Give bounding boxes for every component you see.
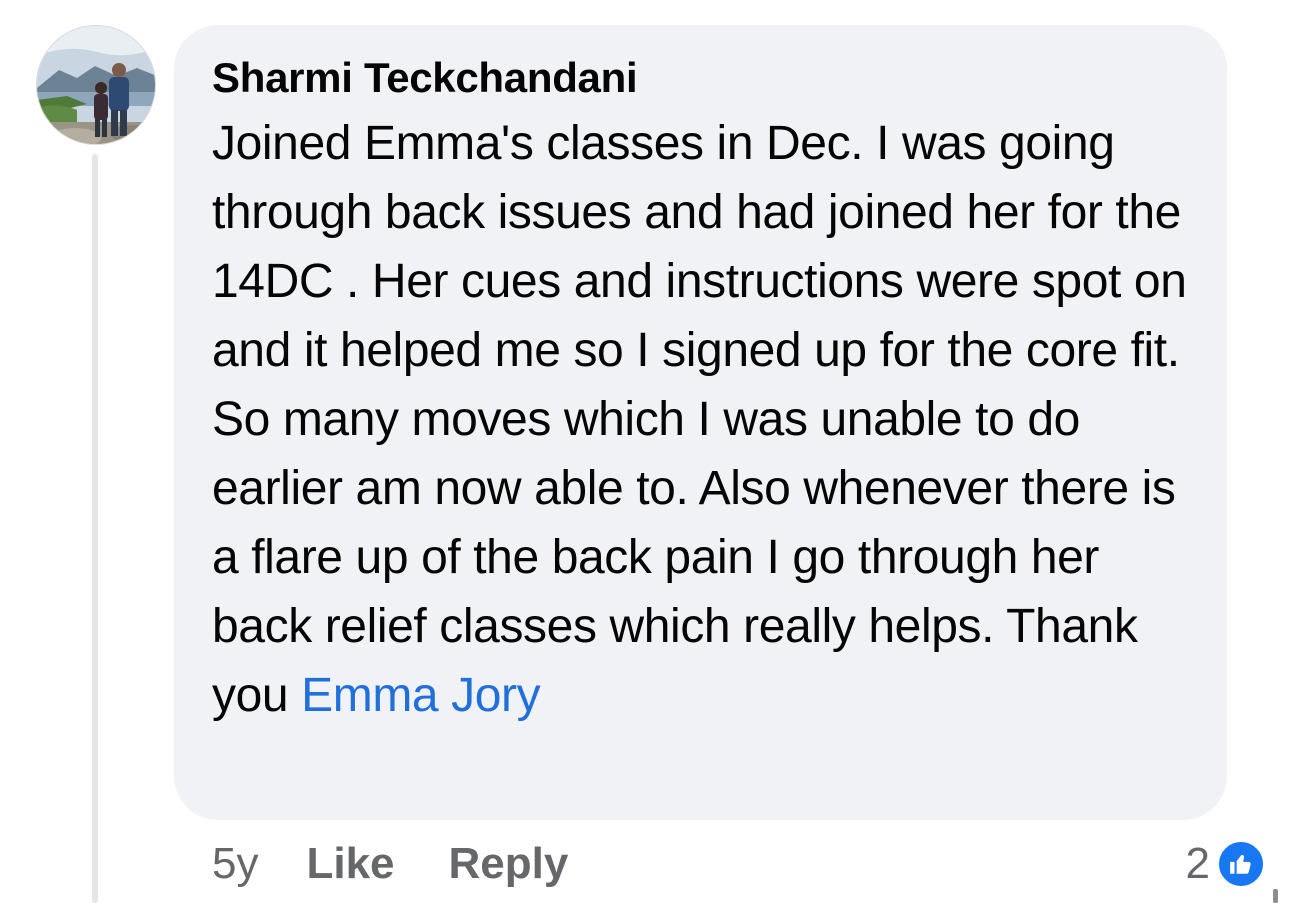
- comment-author[interactable]: Sharmi Teckchandani: [212, 49, 638, 107]
- reaction-count: 2: [1185, 839, 1210, 888]
- reply-button[interactable]: Reply: [449, 839, 569, 889]
- comment-actions: 5y Like Reply: [212, 834, 622, 894]
- mention-link[interactable]: Emma Jory: [301, 669, 541, 722]
- thumbs-up-icon: [1216, 839, 1266, 889]
- avatar-photo: [37, 26, 155, 144]
- comment-text: Joined Emma's classes in Dec. I was goin…: [212, 109, 1193, 730]
- reaction-summary[interactable]: 2: [1186, 836, 1266, 892]
- avatar[interactable]: [36, 25, 156, 145]
- like-button[interactable]: Like: [306, 839, 394, 889]
- scrollbar[interactable]: [1273, 889, 1278, 903]
- comment-timestamp[interactable]: 5y: [212, 839, 258, 889]
- comment-bubble: Sharmi Teckchandani Joined Emma's classe…: [174, 25, 1227, 820]
- thread-line: [92, 154, 98, 903]
- comment-body: Joined Emma's classes in Dec. I was goin…: [212, 117, 1187, 722]
